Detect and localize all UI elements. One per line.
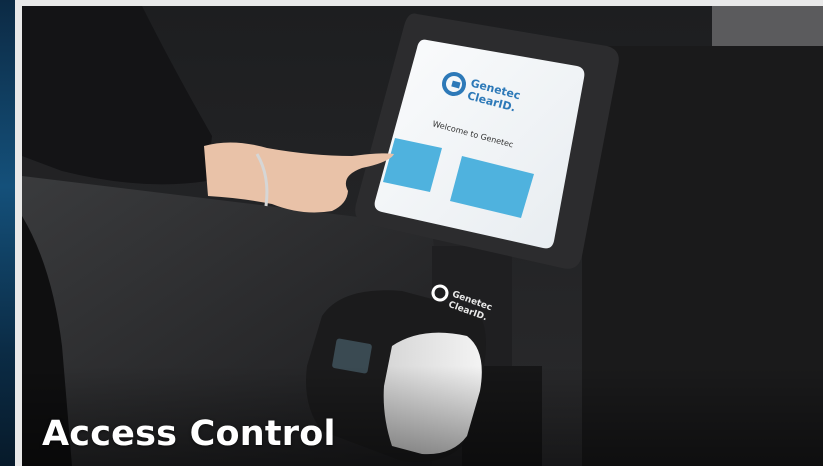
card-caption: Access Control: [42, 414, 336, 454]
background-light-corner: [712, 6, 823, 51]
access-control-card[interactable]: Genetec ClearID. Welcome to Genetec Gene…: [22, 6, 823, 466]
adjacent-card-edge: [0, 0, 15, 466]
kiosk-photo: Genetec ClearID. Welcome to Genetec Gene…: [22, 6, 823, 466]
